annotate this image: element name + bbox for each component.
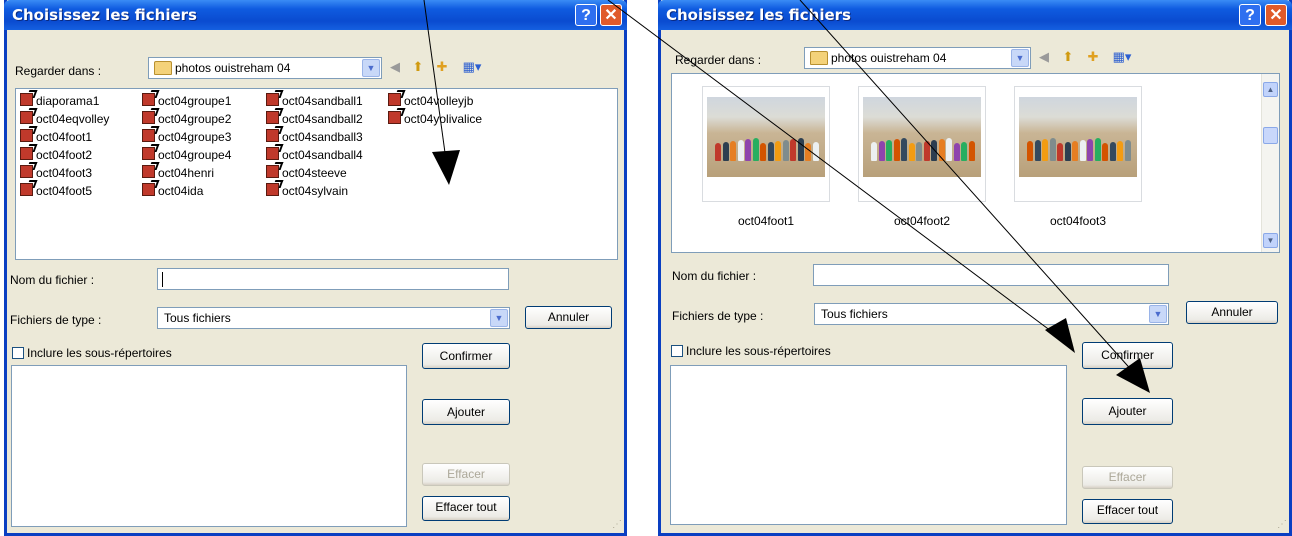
arrow-head-icon xyxy=(1045,318,1075,353)
arrow-line xyxy=(799,0,1136,375)
arrow-line xyxy=(607,0,1064,341)
arrow-head-icon xyxy=(432,150,460,185)
annotation-arrows xyxy=(423,0,1150,393)
arrow-line xyxy=(423,0,447,161)
arrow-head-icon xyxy=(1116,358,1150,393)
